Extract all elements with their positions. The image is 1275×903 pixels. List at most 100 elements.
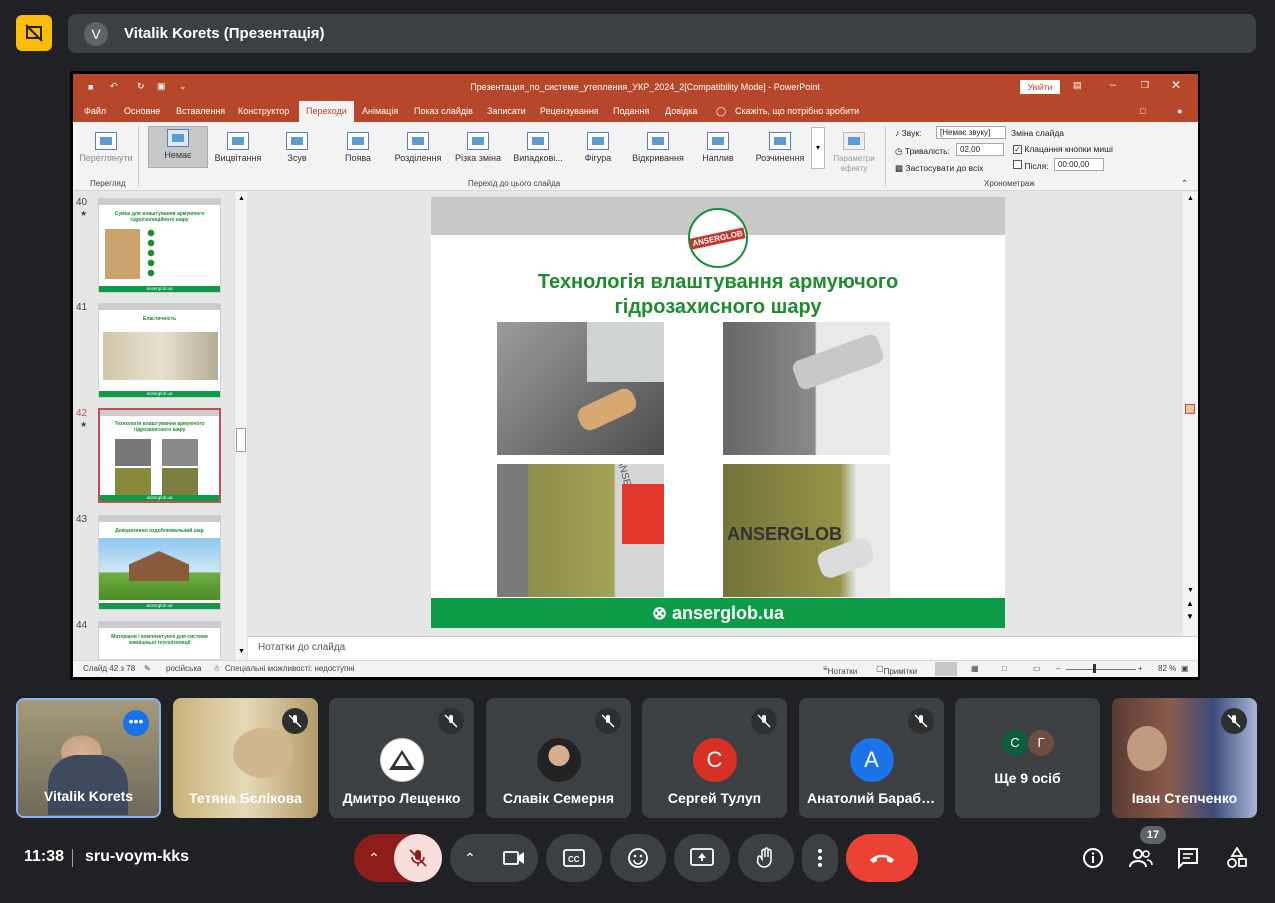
minimize-icon[interactable]: – bbox=[1110, 79, 1116, 91]
tab-help[interactable]: Довідка bbox=[665, 101, 697, 122]
fit-slide-icon[interactable]: ▣ bbox=[1181, 664, 1189, 673]
restore-icon[interactable]: ❐ bbox=[1141, 80, 1149, 91]
ribbon-display-icon[interactable]: ▤ bbox=[1073, 80, 1082, 91]
gallery-more-icon[interactable]: ▾ bbox=[811, 127, 825, 169]
transition-dissolve[interactable]: Розчинення bbox=[750, 130, 810, 168]
participant-tile[interactable]: Тетяна Бєлікова bbox=[173, 698, 318, 818]
redo-icon[interactable]: ↻ bbox=[137, 81, 145, 92]
current-slide[interactable]: ANSERGLOB Технологія влаштування армуючо… bbox=[431, 197, 1005, 628]
chat-button[interactable] bbox=[1176, 846, 1200, 870]
thumbnails-scrollbar[interactable]: ▲ ▼ bbox=[234, 192, 247, 660]
apply-all-button[interactable]: ▩ Застосувати до всіх bbox=[895, 163, 983, 174]
present-icon[interactable]: ▣ bbox=[157, 81, 166, 92]
scroll-down-icon[interactable]: ▼ bbox=[1187, 587, 1194, 594]
participant-tile[interactable]: Іван Степченко bbox=[1112, 698, 1257, 818]
captions-button[interactable]: CC bbox=[546, 834, 602, 882]
tab-slideshow[interactable]: Показ слайдів bbox=[414, 101, 473, 122]
duration-input[interactable]: 02,00 bbox=[956, 143, 1004, 156]
undo-icon[interactable]: ↶ bbox=[110, 81, 118, 92]
spellcheck-icon[interactable]: ✎ bbox=[144, 664, 151, 673]
reading-view-icon[interactable]: □ bbox=[1002, 664, 1007, 673]
collapse-ribbon-icon[interactable]: ⌃ bbox=[1181, 178, 1188, 189]
zoom-in-icon[interactable]: + bbox=[1138, 664, 1143, 673]
effect-options-button[interactable]: Параметри ефекту bbox=[828, 130, 880, 173]
slide-scrollbar[interactable]: ▲ ▼ ▲ ▼ bbox=[1183, 192, 1198, 636]
scroll-thumb[interactable] bbox=[236, 428, 246, 452]
camera-toggle-button[interactable] bbox=[490, 834, 538, 882]
transition-wipe[interactable]: Поява bbox=[328, 130, 388, 168]
participant-tile-self[interactable]: ••• Vitalik Korets bbox=[16, 698, 161, 818]
participant-tile[interactable]: Славік Семерня bbox=[486, 698, 631, 818]
thumb-slide-42[interactable]: Технологія влаштування армуючого гідроза… bbox=[98, 408, 221, 503]
transition-cover[interactable]: Наплив bbox=[688, 130, 748, 168]
raise-hand-button[interactable] bbox=[738, 834, 794, 882]
close-icon[interactable]: ✕ bbox=[1171, 78, 1181, 92]
participant-tile[interactable]: А Анатолий Барабаш bbox=[799, 698, 944, 818]
next-slide-icon[interactable]: ▼ bbox=[1186, 612, 1194, 621]
presentation-off-icon[interactable] bbox=[16, 15, 52, 51]
tab-transitions[interactable]: Переходи bbox=[299, 101, 354, 122]
tab-insert[interactable]: Вставлення bbox=[176, 101, 225, 122]
tab-home[interactable]: Основне bbox=[124, 101, 160, 122]
save-icon[interactable]: ■ bbox=[88, 82, 93, 92]
notes-button[interactable]: ≡ Нотатки bbox=[823, 664, 857, 676]
prev-slide-icon[interactable]: ▲ bbox=[1186, 599, 1194, 608]
scroll-up-icon[interactable]: ▲ bbox=[238, 195, 245, 202]
after-checkbox[interactable]: Після: bbox=[1013, 160, 1049, 171]
present-screen-button[interactable] bbox=[674, 834, 730, 882]
slide-sorter-icon[interactable]: ▦ bbox=[971, 664, 979, 673]
mic-options-chevron-icon[interactable]: ⌃ bbox=[354, 850, 394, 867]
tab-file[interactable]: Файл bbox=[84, 101, 106, 122]
comments-button[interactable]: ▢ Примітки bbox=[876, 664, 917, 676]
tab-record[interactable]: Записати bbox=[487, 101, 526, 122]
signin-button[interactable]: Увійти bbox=[1020, 80, 1060, 94]
zoom-slider-thumb[interactable] bbox=[1093, 664, 1096, 673]
normal-view-icon[interactable] bbox=[935, 662, 957, 676]
participant-tile[interactable]: С Сергей Тулуп bbox=[642, 698, 787, 818]
people-button[interactable] bbox=[1128, 846, 1154, 870]
transition-shape[interactable]: Фігура bbox=[568, 130, 628, 168]
tell-me-search[interactable]: Скажіть, що потрібно зробити bbox=[735, 101, 859, 122]
zoom-out-icon[interactable]: – bbox=[1056, 664, 1060, 673]
zoom-level[interactable]: 82 % bbox=[1158, 664, 1176, 673]
on-click-checkbox[interactable]: ✓ Клацання кнопки миші bbox=[1013, 144, 1113, 154]
tab-animations[interactable]: Анімація bbox=[362, 101, 398, 122]
smiley-icon[interactable]: ● bbox=[1177, 101, 1182, 122]
thumb-slide-43[interactable]: Декоративно оздоблювальний шар anserglob… bbox=[98, 515, 221, 610]
slideshow-view-icon[interactable]: ▭ bbox=[1033, 664, 1041, 673]
camera-options-chevron-icon[interactable]: ⌃ bbox=[450, 850, 490, 867]
participant-tile[interactable]: Дмитро Лещенко bbox=[329, 698, 474, 818]
transition-random-bars[interactable]: Випадкові... bbox=[508, 130, 568, 168]
transition-fade[interactable]: Вицвітання bbox=[208, 130, 268, 168]
zoom-slider[interactable] bbox=[1066, 669, 1136, 670]
leave-call-button[interactable] bbox=[846, 834, 918, 882]
customize-icon[interactable]: ⌄ bbox=[179, 81, 187, 92]
accessibility-icon[interactable]: ☃ bbox=[213, 664, 220, 673]
transition-cut[interactable]: Різка зміна bbox=[448, 130, 508, 168]
transition-uncover[interactable]: Відкривання bbox=[628, 130, 688, 168]
notes-pane[interactable]: Нотатки до слайда bbox=[248, 636, 1198, 660]
tab-view[interactable]: Подання bbox=[613, 101, 649, 122]
mic-toggle-button[interactable] bbox=[394, 834, 442, 882]
more-participants-tile[interactable]: С Г Ще 9 осіб bbox=[955, 698, 1100, 818]
activities-button[interactable] bbox=[1225, 846, 1249, 870]
thumb-slide-40[interactable]: Суміш для влаштування армуючого гідроізо… bbox=[98, 198, 221, 293]
accessibility-status[interactable]: Спеціальні можливості: недоступні bbox=[225, 664, 355, 673]
after-input[interactable]: 00:00,00 bbox=[1054, 158, 1104, 171]
tab-review[interactable]: Рецензування bbox=[540, 101, 599, 122]
transition-split[interactable]: Розділення bbox=[388, 130, 448, 168]
transition-push[interactable]: Зсув bbox=[267, 130, 327, 168]
sound-select[interactable]: [Немає звуку] bbox=[936, 126, 1006, 139]
language-status[interactable]: російська bbox=[166, 664, 201, 673]
scroll-up-icon[interactable]: ▲ bbox=[1187, 195, 1194, 202]
more-options-icon[interactable]: ••• bbox=[123, 710, 149, 736]
meeting-info-button[interactable] bbox=[1081, 846, 1105, 870]
more-options-button[interactable] bbox=[802, 834, 838, 882]
thumb-slide-44[interactable]: Матеріали і комплектуючі для системи зов… bbox=[98, 621, 221, 660]
scroll-down-icon[interactable]: ▼ bbox=[238, 648, 245, 655]
comments-icon[interactable]: □ bbox=[1140, 101, 1145, 122]
tab-design[interactable]: Конструктор bbox=[238, 101, 289, 122]
transition-none[interactable]: Немає bbox=[148, 126, 208, 168]
reactions-button[interactable] bbox=[610, 834, 666, 882]
preview-button[interactable]: Переглянути bbox=[76, 130, 136, 168]
